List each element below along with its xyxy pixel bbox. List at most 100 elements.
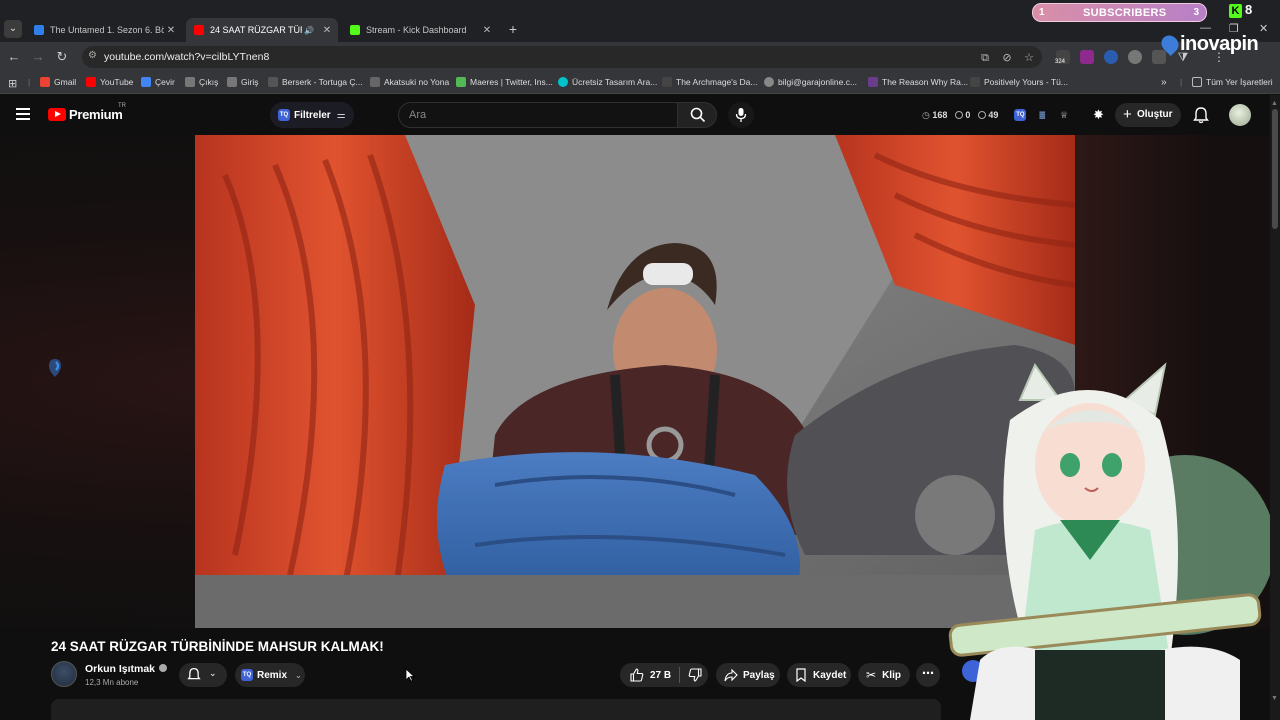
voice-search-button[interactable] [728,102,754,128]
bookmark-label: Positively Yours - Tü... [984,77,1068,87]
tab-youtube-video[interactable]: 24 SAAT RÜZGAR TÜRBİNİNDE 🔊 ✕ [186,18,338,42]
map-pin-icon [1157,31,1183,57]
extension-icon[interactable] [1128,50,1142,64]
inovapin-watermark: inovapin [1157,31,1259,57]
share-icon [724,668,738,681]
save-label: Kaydet [813,669,847,681]
search-icon [690,107,706,123]
site-icon [456,77,466,87]
bookmark-berserk[interactable]: Berserk - Tortuga Ç... [268,77,363,87]
extension-logo-icon[interactable]: TQ [1014,109,1027,121]
close-window-button[interactable]: ✕ [1259,22,1268,35]
stat-value: 168 [932,109,948,120]
youtube-header: Premium TR TQ Filtreler ⚌ Ara ◷ 168 0 49… [0,95,1270,135]
all-bookmarks-folder[interactable]: Tüm Yer İşaretleri [1192,77,1273,87]
search-input[interactable]: Ara [398,102,678,128]
close-icon[interactable]: ✕ [320,25,334,36]
scroll-down-icon[interactable]: ▼ [1271,695,1278,702]
bookmark-garajonline[interactable]: bilgi@garajonline.c... [764,77,857,87]
page-icon [185,77,195,87]
channel-name[interactable]: Orkun Işıtmak [85,663,168,675]
clip-button[interactable]: ✂ Klip [858,663,910,687]
create-button[interactable]: + Oluştur [1115,103,1181,127]
youtube-premium-logo[interactable]: Premium TR [48,103,126,122]
extension-icon[interactable] [1104,50,1118,64]
site-icon [662,77,672,87]
filters-button[interactable]: TQ Filtreler ⚌ [270,102,354,128]
bookmark-label: Berserk - Tortuga Ç... [282,77,363,87]
forward-arrow-icon[interactable]: → [30,49,46,65]
omnibox[interactable]: ⚙ youtube.com/watch?v=cilbLYTnen8 ⧉ ⊘ ☆ [82,46,1042,68]
bookmark-cikis[interactable]: Çıkış [185,77,218,87]
remix-button[interactable]: TQ Remix ⌄ [235,663,305,687]
bookmark-canva[interactable]: Ücretsiz Tasarım Ara... [558,77,657,87]
subscriber-count: 12,3 Mn abone [85,678,139,687]
list-icon[interactable]: ≣ [1038,110,1046,121]
sparkle-icon[interactable]: ✸ [1093,107,1104,123]
speaker-icon[interactable]: 🔊 [302,26,316,35]
tab-list-button[interactable]: ⌄ [4,20,22,38]
back-arrow-icon[interactable]: ← [6,49,22,65]
notifications-bell-icon[interactable] [1193,106,1209,124]
share-label: Paylaş [743,669,775,681]
site-info-icon[interactable]: ⚙ [88,50,102,64]
bookmark-label: Ücretsiz Tasarım Ara... [572,77,658,87]
more-actions-button[interactable]: ⋯ [916,663,940,687]
search-button[interactable] [677,102,717,128]
logo-text: Premium [69,107,123,122]
page-scrollbar[interactable] [1270,95,1280,720]
bookmark-akatsuki[interactable]: Akatsuki no Yona [370,77,449,87]
channel-avatar[interactable] [51,661,77,687]
chevron-down-icon: ⌄ [209,668,217,678]
hamburger-menu-icon[interactable] [16,108,30,120]
bookmark-maeres[interactable]: Maeres | Twitter, Ins... [456,77,553,87]
url-text[interactable]: youtube.com/watch?v=cilbLYTnen8 [104,51,269,63]
youtube-play-icon [48,108,66,121]
scrollbar-thumb[interactable] [1272,109,1278,229]
bookmark-gmail[interactable]: Gmail [40,77,76,87]
subscription-notifications-button[interactable]: ⌄ [179,663,227,687]
scroll-up-icon[interactable]: ▲ [1271,100,1278,107]
thumbs-down-icon[interactable] [688,668,702,682]
tab-untamed[interactable]: The Untamed 1. Sezon 6. Bölüm ✕ [26,18,182,42]
bookmark-archmage[interactable]: The Archmage's Da... [662,77,757,87]
bookmark-cevir[interactable]: Çevir [141,77,175,87]
new-tab-button[interactable]: + [505,20,521,38]
close-icon[interactable]: ✕ [480,25,494,36]
trophy-icon[interactable]: ♕ [1060,110,1068,121]
like-count[interactable]: 27 B [650,670,671,681]
reload-icon[interactable]: ↻ [54,49,70,65]
thumbs-up-icon[interactable] [630,668,644,682]
bookmark-giris[interactable]: Giriş [227,77,258,87]
bookmark-label: Maeres | Twitter, Ins... [470,77,553,87]
tab-kick-dashboard[interactable]: Stream - Kick Dashboard ✕ [342,18,498,42]
tab-title: The Untamed 1. Sezon 6. Bölüm [50,25,164,35]
bookmark-youtube[interactable]: YouTube [86,77,133,87]
eye-off-icon[interactable]: ⊘ [1000,51,1014,65]
bookmark-icon [796,668,806,682]
extension-logo-icon: TQ [241,669,253,681]
share-button[interactable]: Paylaş [716,663,780,687]
logo-region: TR [118,103,126,109]
plus-icon: + [1123,106,1132,123]
save-button[interactable]: Kaydet [787,663,851,687]
bookmark-star-icon[interactable]: ☆ [1022,51,1036,65]
bookmark-label: The Archmage's Da... [676,77,758,87]
close-icon[interactable]: ✕ [164,25,178,36]
create-label: Oluştur [1137,109,1173,120]
remix-label: Remix [257,669,288,681]
youtube-icon [86,77,96,87]
apps-grid-icon[interactable]: ⊞ [8,77,17,90]
extension-icon[interactable] [1080,50,1094,64]
install-app-icon[interactable]: ⧉ [978,51,992,65]
bookmark-reason[interactable]: The Reason Why Ra... [868,77,968,87]
bookmark-positively[interactable]: Positively Yours - Tü... [970,77,1068,87]
clip-label: Klip [882,669,901,681]
eye-icon [955,111,964,119]
stat-value: 0 [965,110,971,120]
description-box[interactable] [51,699,941,720]
user-avatar[interactable] [1229,104,1251,126]
more-bookmarks-icon[interactable]: » [1161,77,1167,88]
scissors-icon: ✂ [866,668,877,682]
gmail-icon [40,77,50,87]
